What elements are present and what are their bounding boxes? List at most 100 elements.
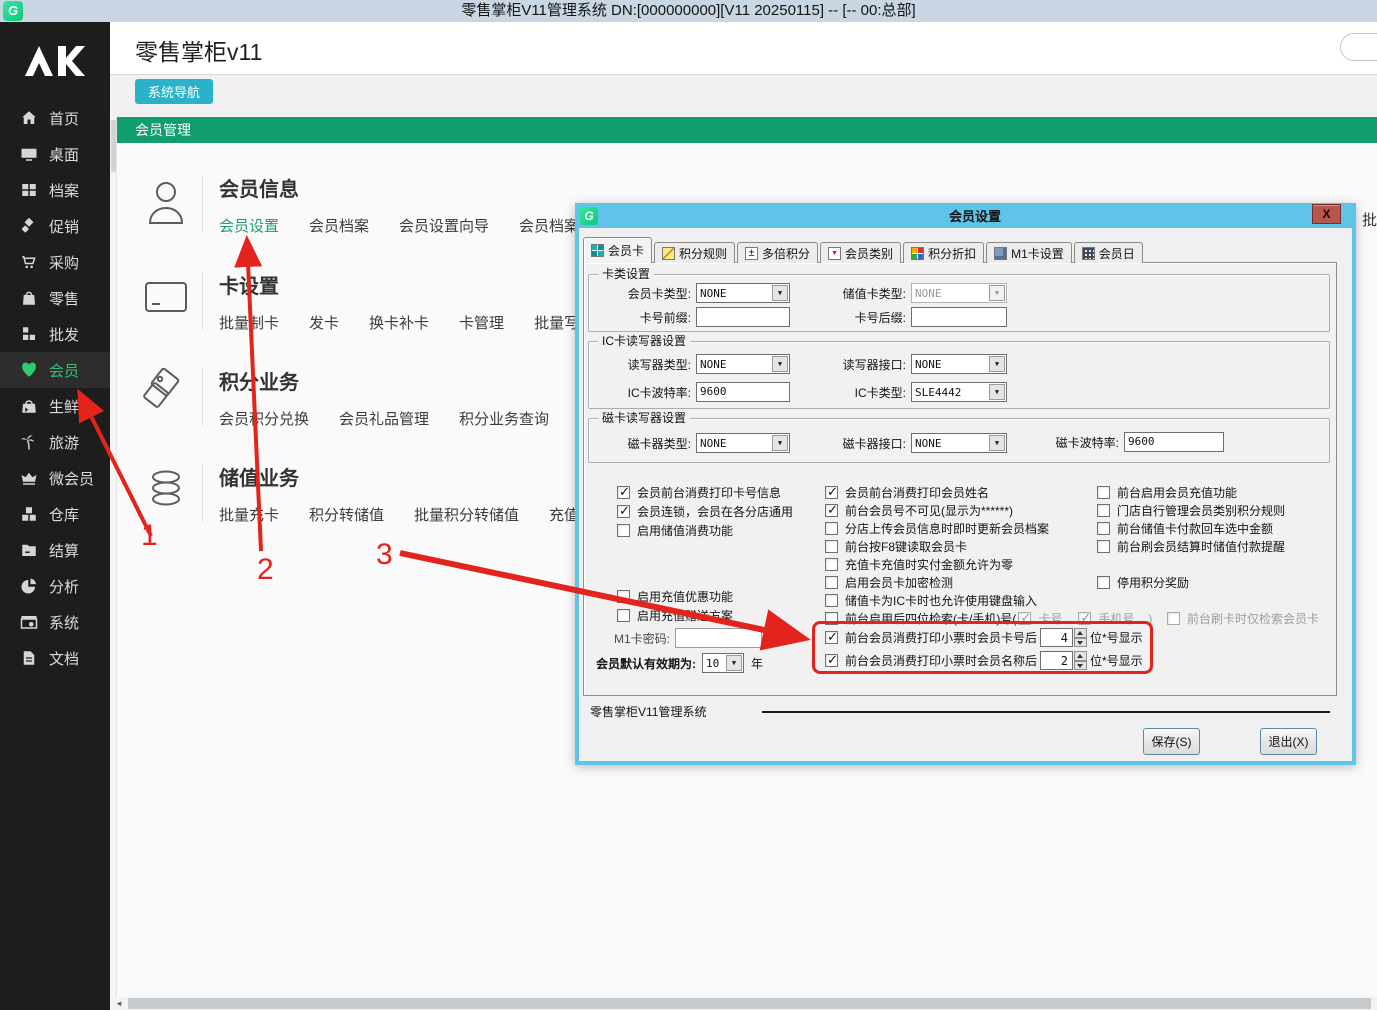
link-points-exchange[interactable]: 会员积分兑换 bbox=[219, 408, 309, 429]
checkbox-row[interactable]: 会员前台消费打印卡号信息 bbox=[617, 484, 781, 501]
sidebar-item-member[interactable]: 会员 bbox=[0, 352, 110, 388]
checkbox-row[interactable]: 启用储值消费功能 bbox=[617, 522, 733, 539]
sidebar-item-wholesale[interactable]: 批发 bbox=[0, 316, 110, 352]
sidebar-item-analysis[interactable]: 分析 bbox=[0, 568, 110, 604]
mag-baud-input[interactable]: 9600 bbox=[1124, 432, 1224, 452]
tab-multi-points[interactable]: 多倍积分 bbox=[737, 242, 818, 263]
checkbox[interactable] bbox=[825, 504, 838, 517]
checkbox[interactable] bbox=[617, 590, 630, 603]
reader-port-select[interactable]: NONE bbox=[911, 354, 1007, 374]
checkbox-row-mask-name[interactable]: 前台会员消费打印小票时会员名称后 2 位*号显示 bbox=[825, 651, 1143, 670]
checkbox-row[interactable]: 储值卡为IC卡时也允许使用键盘输入 bbox=[825, 592, 1037, 609]
checkbox[interactable] bbox=[825, 522, 838, 535]
checkbox[interactable] bbox=[1097, 540, 1110, 553]
checkbox[interactable] bbox=[825, 486, 838, 499]
checkbox[interactable] bbox=[617, 609, 630, 622]
checkbox[interactable] bbox=[825, 654, 838, 667]
checkbox[interactable] bbox=[825, 594, 838, 607]
sidebar-item-archive[interactable]: 档案 bbox=[0, 172, 110, 208]
stepper-down-icon[interactable] bbox=[1074, 638, 1087, 648]
checkbox-row[interactable]: 停用积分奖励 bbox=[1097, 574, 1189, 591]
scrollbar-thumb[interactable] bbox=[111, 120, 116, 172]
chevron-down-icon[interactable] bbox=[772, 435, 788, 451]
mag-type-select[interactable]: NONE bbox=[696, 433, 790, 453]
checkbox[interactable] bbox=[617, 505, 630, 518]
save-button[interactable]: 保存(S) bbox=[1143, 728, 1200, 755]
checkbox-row[interactable]: 启用会员卡加密检测 bbox=[825, 574, 953, 591]
checkbox-row[interactable]: 前台刷会员结算时储值付款提醒 bbox=[1097, 538, 1285, 555]
tab-system-navigation[interactable]: 系统导航 bbox=[135, 79, 213, 104]
checkbox[interactable] bbox=[1097, 522, 1110, 535]
checkbox[interactable] bbox=[1097, 576, 1110, 589]
link-points-query[interactable]: 积分业务查询 bbox=[459, 408, 549, 429]
checkbox-row-last4-search[interactable]: 前台启用后四位检索(卡/手机)号( 卡号 手机号 ) bbox=[825, 610, 1152, 627]
checkbox[interactable] bbox=[825, 540, 838, 553]
chevron-down-icon[interactable] bbox=[772, 356, 788, 372]
dialog-title-bar[interactable]: 会员设置 X bbox=[579, 203, 1352, 228]
reader-type-select[interactable]: NONE bbox=[696, 354, 790, 374]
checkbox-row[interactable]: 前台按F8键读取会员卡 bbox=[825, 538, 967, 555]
checkbox-row[interactable]: 门店自行管理会员类别积分规则 bbox=[1097, 502, 1285, 519]
link-member-settings[interactable]: 会员设置 bbox=[219, 215, 279, 236]
checkbox-row[interactable]: 前台会员号不可见(显示为******) bbox=[825, 502, 1013, 519]
ic-type-select[interactable]: SLE4442 bbox=[911, 382, 1007, 402]
checkbox[interactable] bbox=[825, 576, 838, 589]
link-issue-card[interactable]: 发卡 bbox=[309, 312, 339, 333]
sidebar-item-system[interactable]: 系统 bbox=[0, 604, 110, 640]
sidebar-item-home[interactable]: 首页 bbox=[0, 100, 110, 136]
checkbox[interactable] bbox=[825, 612, 838, 625]
tab-points-rule[interactable]: 积分规则 bbox=[654, 242, 735, 263]
tab-member-day[interactable]: 会员日 bbox=[1074, 242, 1143, 263]
checkbox[interactable] bbox=[1097, 504, 1110, 517]
checkbox[interactable] bbox=[617, 486, 630, 499]
chevron-down-icon[interactable] bbox=[989, 384, 1005, 400]
chevron-down-icon[interactable] bbox=[989, 356, 1005, 372]
sidebar-item-retail[interactable]: 零售 bbox=[0, 280, 110, 316]
card-prefix-input[interactable] bbox=[696, 307, 790, 327]
tab-m1-card[interactable]: M1卡设置 bbox=[986, 242, 1072, 263]
link-replace-card[interactable]: 换卡补卡 bbox=[369, 312, 429, 333]
card-suffix-input[interactable] bbox=[911, 307, 1007, 327]
chevron-down-icon[interactable] bbox=[772, 285, 788, 301]
vertical-scrollbar[interactable] bbox=[110, 117, 117, 997]
checkbox[interactable] bbox=[1097, 486, 1110, 499]
link-member-archive[interactable]: 会员档案 bbox=[309, 215, 369, 236]
validity-select[interactable]: 10 bbox=[702, 653, 744, 673]
checkbox-row[interactable]: 会员前台消费打印会员姓名 bbox=[825, 484, 989, 501]
member-card-type-select[interactable]: NONE bbox=[696, 283, 790, 303]
exit-button[interactable]: 退出(X) bbox=[1260, 728, 1317, 755]
sidebar-item-micro-member[interactable]: 微会员 bbox=[0, 460, 110, 496]
chevron-down-icon[interactable] bbox=[726, 655, 742, 671]
checkbox-row[interactable]: 前台储值卡付款回车选中金额 bbox=[1097, 520, 1273, 537]
tab-member-card[interactable]: 会员卡 bbox=[583, 237, 652, 263]
stepper-up-icon[interactable] bbox=[1074, 651, 1087, 661]
tab-points-discount[interactable]: 积分折扣 bbox=[903, 242, 984, 263]
stepper-up-icon[interactable] bbox=[1074, 628, 1087, 638]
chevron-down-icon[interactable] bbox=[989, 435, 1005, 451]
checkbox-row[interactable]: 会员连锁，会员在各分店通用 bbox=[617, 503, 793, 520]
link-member-setup-wizard[interactable]: 会员设置向导 bbox=[399, 215, 489, 236]
number-stepper[interactable] bbox=[1074, 651, 1087, 670]
link-gift-management[interactable]: 会员礼品管理 bbox=[339, 408, 429, 429]
checkbox[interactable] bbox=[825, 631, 838, 644]
checkbox-row[interactable]: 分店上传会员信息时即时更新会员档案 bbox=[825, 520, 1049, 537]
mag-port-select[interactable]: NONE bbox=[911, 433, 1007, 453]
link-batch-recharge[interactable]: 批量充卡 bbox=[219, 504, 279, 525]
ic-baud-input[interactable]: 9600 bbox=[696, 382, 790, 402]
sidebar-item-desktop[interactable]: 桌面 bbox=[0, 136, 110, 172]
checkbox[interactable] bbox=[617, 524, 630, 537]
checkbox-row[interactable]: 启用充值优惠功能 bbox=[617, 588, 733, 605]
mask-digits-input[interactable]: 2 bbox=[1040, 651, 1073, 670]
mask-digits-input[interactable]: 4 bbox=[1040, 628, 1073, 647]
search-input[interactable] bbox=[1340, 33, 1377, 61]
sidebar-item-travel[interactable]: 旅游 bbox=[0, 424, 110, 460]
link-batch-points-to-stored[interactable]: 批量积分转储值 bbox=[414, 504, 519, 525]
close-button[interactable]: X bbox=[1312, 204, 1341, 224]
sidebar-item-promotion[interactable]: 促销 bbox=[0, 208, 110, 244]
sidebar-item-fresh[interactable]: 生鲜 bbox=[0, 388, 110, 424]
scrollbar-thumb[interactable] bbox=[128, 998, 1371, 1009]
checkbox-row-mask-card-no[interactable]: 前台会员消费打印小票时会员卡号后 4 位*号显示 bbox=[825, 628, 1143, 647]
scroll-left-arrow-icon[interactable] bbox=[112, 997, 126, 1010]
sidebar-item-docs[interactable]: 文档 bbox=[0, 640, 110, 676]
link-points-to-stored[interactable]: 积分转储值 bbox=[309, 504, 384, 525]
